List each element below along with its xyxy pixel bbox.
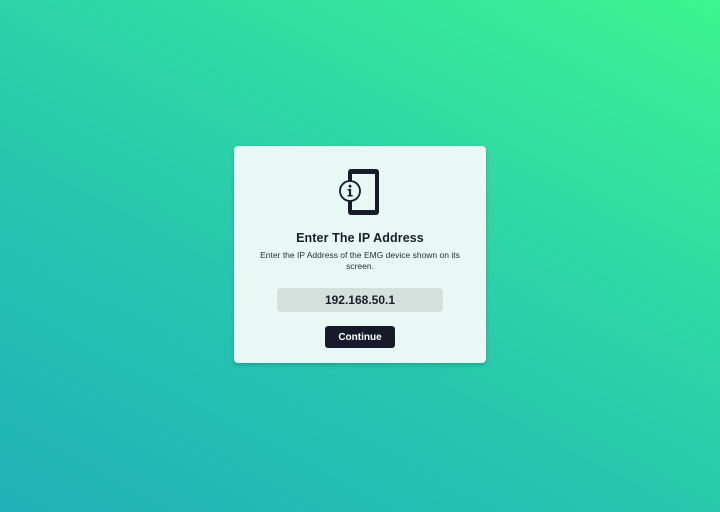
dialog-description: Enter the IP Address of the EMG device s… [260,250,460,271]
dialog-title: Enter The IP Address [296,231,424,245]
ip-address-dialog: Enter The IP Address Enter the IP Addres… [234,146,486,363]
continue-button[interactable]: Continue [325,326,395,348]
phone-info-icon [339,169,379,215]
ip-address-input[interactable] [277,288,443,312]
